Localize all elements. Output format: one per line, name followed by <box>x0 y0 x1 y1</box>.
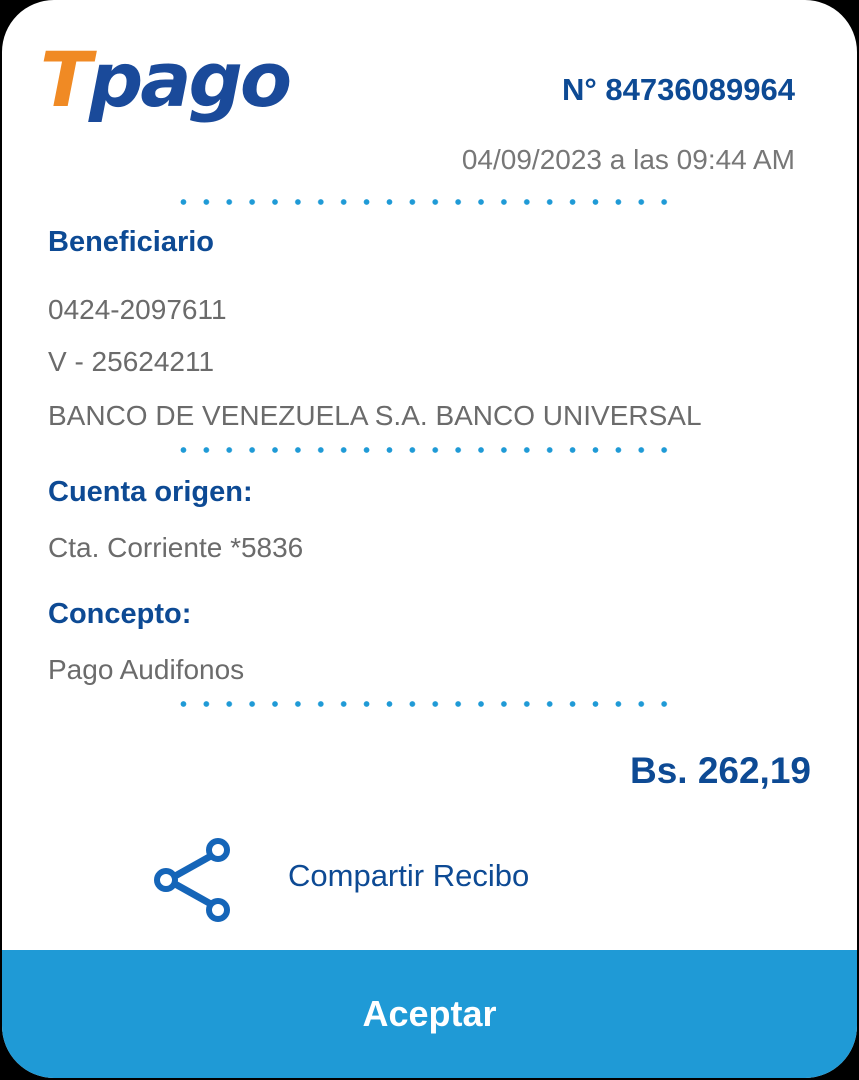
tpago-logo: Tpago <box>40 42 292 118</box>
beneficiary-bank: BANCO DE VENEZUELA S.A. BANCO UNIVERSAL <box>48 400 702 431</box>
logo-text: pago <box>88 35 292 124</box>
dotted-divider <box>172 444 672 456</box>
beneficiary-heading: Beneficiario <box>48 226 214 258</box>
dotted-divider <box>172 196 672 208</box>
origin-heading: Cuenta origen: <box>48 476 253 508</box>
share-receipt-button[interactable]: Compartir Recibo <box>152 836 572 926</box>
receipt-number: N° 84736089964 <box>561 72 795 107</box>
logo-letter: T <box>40 35 92 124</box>
share-icon <box>154 838 230 922</box>
accept-button[interactable]: Aceptar <box>2 950 857 1078</box>
share-receipt-label: Compartir Recibo <box>288 858 530 893</box>
payment-amount: Bs. 262,19 <box>629 750 811 791</box>
receipt-datetime: 04/09/2023 a las 09:44 AM <box>461 144 795 175</box>
concept-text: Pago Audifonos <box>48 654 245 685</box>
dotted-divider <box>172 698 672 710</box>
beneficiary-phone: 0424-2097611 <box>48 294 227 325</box>
beneficiary-id: V - 25624211 <box>48 346 215 377</box>
receipt-card: Tpago N° 84736089964 04/09/2023 a las 09… <box>2 0 857 1078</box>
origin-account: Cta. Corriente *5836 <box>48 532 304 563</box>
concept-heading: Concepto: <box>48 598 192 630</box>
